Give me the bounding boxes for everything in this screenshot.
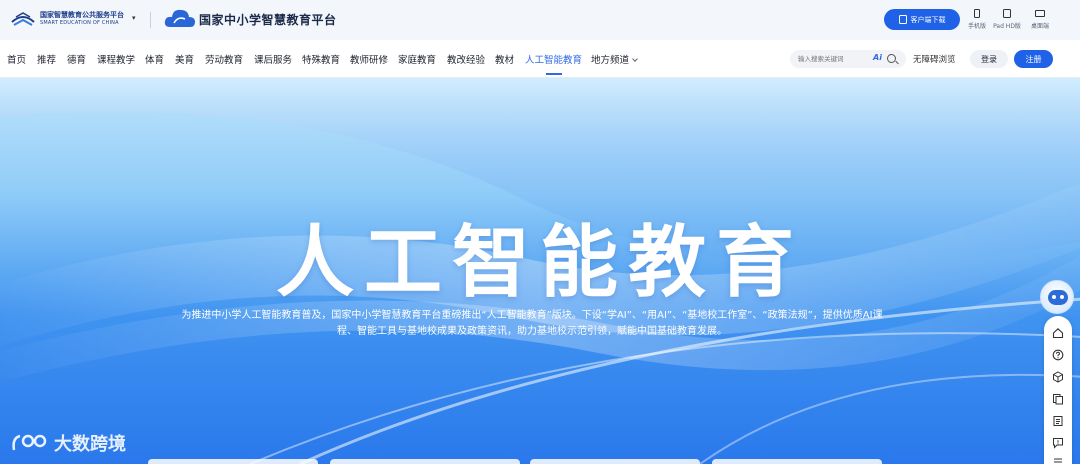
mascot-face-icon: [1048, 290, 1068, 305]
platform-brand[interactable]: 国家中小学智慧教育平台: [164, 7, 337, 31]
nav-item-teacher[interactable]: 教师研修: [350, 52, 388, 66]
client-download-button[interactable]: 客户端下载: [884, 9, 960, 30]
nav-item-local-label: 地方频道: [591, 55, 630, 66]
download-device-icon: [898, 15, 907, 24]
nav-item-after-school[interactable]: 课后服务: [254, 52, 292, 66]
watermark: 大数跨境: [10, 430, 126, 456]
device-label: 桌面端: [1030, 23, 1049, 30]
nav-item-sports[interactable]: 体育: [145, 52, 164, 66]
device-label: Pad HD版: [993, 23, 1021, 30]
nav-item-course[interactable]: 课程教学: [97, 52, 135, 66]
nav-item-local[interactable]: 地方频道: [591, 52, 638, 66]
nav-item-reform[interactable]: 教改经验: [447, 52, 485, 66]
nav-item-arts[interactable]: 美育: [175, 52, 194, 66]
nav-item-special[interactable]: 特殊教育: [302, 52, 340, 66]
device-desktop[interactable]: 桌面端: [1023, 8, 1057, 30]
feedback-icon[interactable]: [1052, 437, 1064, 449]
watermark-logo-icon: [10, 432, 50, 454]
active-tab-indicator: [546, 73, 562, 75]
tablet-icon: [1003, 8, 1011, 18]
header-divider: [150, 12, 151, 28]
device-label: 手机版: [967, 23, 986, 30]
nav-item-family[interactable]: 家庭教育: [398, 52, 436, 66]
login-button[interactable]: 登录: [970, 50, 1008, 68]
hero-description: 为推进中小学人工智能教育普及，国家中小学智慧教育平台重磅推出“人工智能教育”版块…: [181, 310, 883, 337]
nav-item-ai-education[interactable]: 人工智能教育: [525, 52, 582, 66]
watermark-text: 大数跨境: [54, 434, 126, 455]
search-box[interactable]: Ai: [790, 50, 906, 68]
search-icon[interactable]: [887, 54, 896, 63]
smart-education-logo[interactable]: 国家智慧教育公共服务平台 SMART EDUCATION OF CHINA: [10, 10, 124, 28]
ai-assistant-mascot[interactable]: [1040, 280, 1074, 314]
desktop-icon: [1035, 9, 1045, 17]
cloud-logo-icon: [164, 7, 196, 31]
platform-title: 国家中小学智慧教育平台: [199, 12, 337, 27]
device-pad[interactable]: Pad HD版: [990, 8, 1024, 30]
smart-education-en: SMART EDUCATION OF CHINA: [40, 20, 119, 26]
copy-icon[interactable]: [1052, 393, 1064, 405]
register-button[interactable]: 注册: [1014, 50, 1053, 68]
platform-switch-caret-icon[interactable]: ▾: [132, 14, 142, 24]
cube-icon[interactable]: [1052, 371, 1064, 383]
content-card-edge: [530, 459, 700, 464]
menu-icon[interactable]: [1052, 455, 1064, 464]
content-card-edge: [330, 459, 520, 464]
chevron-down-icon: [632, 56, 638, 62]
nav-item-recommend[interactable]: 推荐: [37, 52, 56, 66]
help-icon[interactable]: [1052, 349, 1064, 361]
home-icon[interactable]: [1052, 327, 1064, 339]
ai-search-icon[interactable]: Ai: [873, 53, 882, 62]
floating-toolbar: [1044, 316, 1072, 464]
content-card-edge: [148, 459, 318, 464]
nav-item-home[interactable]: 首页: [7, 52, 26, 66]
nav-item-moral[interactable]: 德育: [67, 52, 86, 66]
hero-banner: 人工智能教育 为推进中小学人工智能教育普及，国家中小学智慧教育平台重磅推出“人工…: [0, 78, 1080, 464]
content-card-edge: [712, 459, 882, 464]
client-download-label: 客户端下载: [910, 15, 946, 24]
nav-item-textbook[interactable]: 教材: [495, 52, 514, 66]
search-input[interactable]: [798, 53, 872, 65]
document-icon[interactable]: [1052, 415, 1064, 427]
nav-item-labor[interactable]: 劳动教育: [205, 52, 243, 66]
hero-title: 人工智能教育: [275, 218, 804, 308]
book-logo-icon: [10, 10, 36, 28]
top-header: 国家智慧教育公共服务平台 SMART EDUCATION OF CHINA ▾ …: [0, 0, 1080, 40]
device-phone[interactable]: 手机版: [960, 8, 994, 30]
phone-icon: [974, 8, 980, 18]
accessible-browse-link[interactable]: 无障碍浏览: [913, 53, 956, 65]
smart-education-cn: 国家智慧教育公共服务平台: [40, 11, 124, 19]
